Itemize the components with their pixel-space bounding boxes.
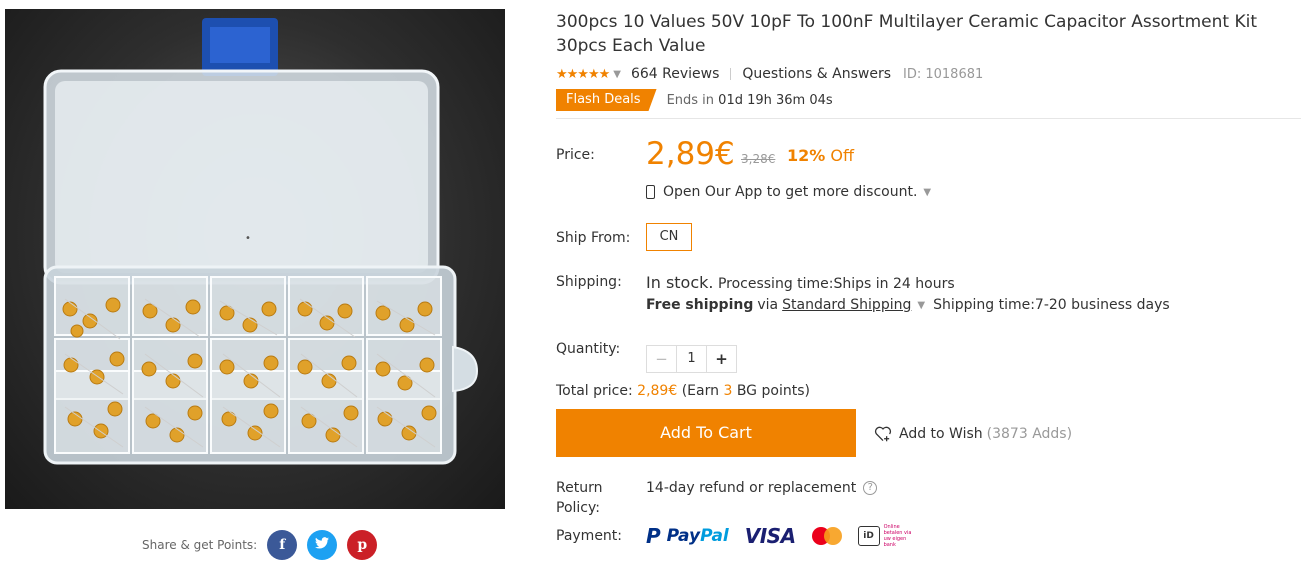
wish-count: (3873 Adds) — [986, 426, 1073, 442]
paypal-logo: P Pay Pal — [646, 524, 729, 548]
pinterest-share-button[interactable]: p — [347, 530, 378, 560]
app-promo-text: Open Our App to get more discount. — [663, 184, 918, 200]
shipping-label: Shipping: — [556, 274, 622, 290]
visa-logo: VISA — [744, 524, 796, 548]
add-to-cart-button[interactable]: Add To Cart — [556, 409, 856, 457]
help-icon[interactable]: ? — [863, 481, 878, 495]
discount-word: Off — [830, 146, 855, 165]
quantity-label: Quantity: — [556, 341, 621, 357]
stock-status: In stock. Processing time:Ships in 24 ho… — [646, 273, 955, 292]
facebook-icon: f — [279, 537, 286, 553]
return-policy-label-line2: Policy: — [556, 500, 600, 516]
share-label: Share & get Points: — [142, 538, 258, 552]
total-label: Total price: — [556, 383, 633, 399]
twitter-share-button[interactable] — [307, 530, 338, 560]
current-price: 2,89€ — [646, 136, 735, 172]
capacitor-box-illustration: • — [43, 18, 479, 465]
bg-points: 3 — [723, 383, 733, 399]
via-text: via — [757, 297, 779, 313]
quantity-input[interactable]: 1 — [677, 346, 706, 372]
return-policy-label-line1: Return — [556, 480, 603, 496]
discount-percent: 12% — [787, 146, 826, 165]
svg-text:•: • — [245, 233, 251, 244]
add-to-wish-button[interactable]: Add to Wish (3873 Adds) — [874, 426, 1072, 442]
product-image[interactable]: • — [5, 9, 505, 509]
heart-plus-icon — [874, 426, 892, 442]
original-price: 3,28€ — [741, 152, 776, 166]
paypal-text-pal: Pal — [700, 526, 729, 546]
ship-from-label: Ship From: — [556, 230, 631, 246]
quantity-stepper: − 1 + — [646, 345, 737, 373]
discount-badge: 12% Off — [787, 146, 854, 165]
shipping-method-row: Free shipping via Standard Shipping ▼ Sh… — [646, 297, 1170, 313]
total-price-row: Total price: 2,89€ (Earn 3 BG points) — [556, 383, 810, 399]
earn-suffix: BG points) — [736, 383, 810, 399]
earn-prefix: (Earn — [681, 383, 719, 399]
processing-time: Processing time:Ships in 24 hours — [717, 276, 955, 292]
ideal-mark: iD — [863, 531, 874, 541]
twitter-icon — [315, 537, 330, 553]
ship-from-cn-option[interactable]: CN — [646, 223, 692, 251]
return-policy-value: 14-day refund or replacement ? — [646, 480, 878, 496]
paypal-text-pay: Pay — [666, 526, 701, 546]
add-to-wish-label: Add to Wish — [899, 426, 983, 442]
facebook-share-button[interactable]: f — [267, 530, 298, 560]
payment-label: Payment: — [556, 528, 623, 544]
return-policy-text: 14-day refund or replacement — [646, 480, 857, 496]
in-stock-text: In stock. — [646, 273, 714, 292]
shipping-time: Shipping time:7-20 business days — [933, 297, 1170, 313]
shipping-method-dropdown[interactable]: Standard Shipping — [782, 297, 911, 313]
chevron-down-icon[interactable]: ▼ — [917, 300, 925, 311]
total-amount: 2,89€ — [637, 383, 678, 399]
ideal-logo: iD Online betalen via uw eigen bank — [857, 524, 916, 548]
price-label: Price: — [556, 147, 595, 163]
return-policy-label: Return Policy: — [556, 478, 602, 518]
app-promo[interactable]: Open Our App to get more discount. ▼ — [646, 184, 931, 200]
payment-methods: P Pay Pal VISA iD Online betalen via uw e… — [646, 524, 916, 548]
pinterest-icon: p — [357, 537, 368, 553]
ideal-tagline: Online betalen via uw eigen bank — [883, 524, 912, 548]
increase-quantity-button[interactable]: + — [706, 346, 736, 372]
chevron-down-icon: ▼ — [923, 186, 932, 198]
mastercard-logo — [811, 527, 842, 545]
purchase-panel: Price: 2,89€ 3,28€ 12% Off Open Our App … — [556, 10, 1301, 561]
share-bar: Share & get Points: f p — [142, 529, 378, 561]
free-shipping-text: Free shipping — [646, 297, 754, 313]
decrease-quantity-button[interactable]: − — [647, 346, 677, 372]
phone-icon — [646, 185, 655, 199]
